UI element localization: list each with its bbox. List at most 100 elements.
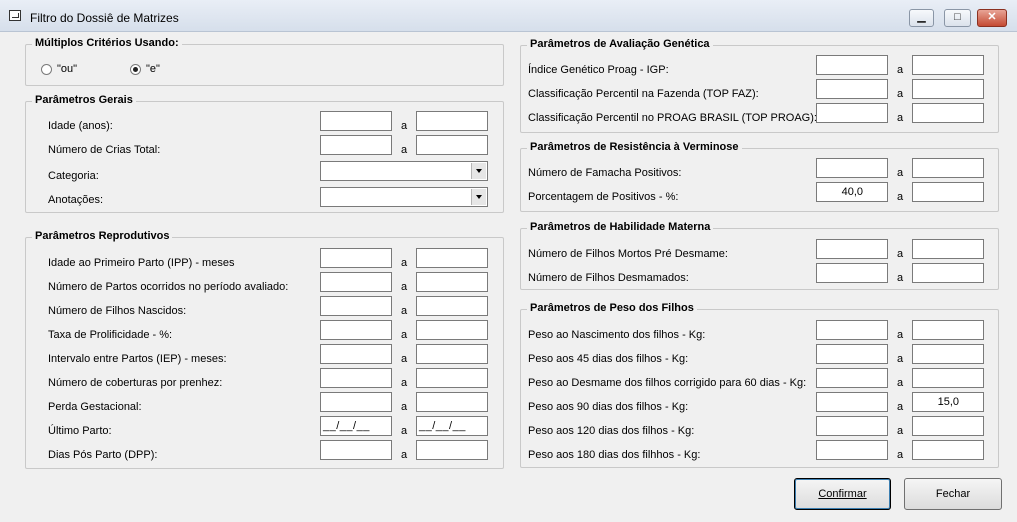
genetica-to-input[interactable] <box>912 103 984 123</box>
habilidade-materna-group: Parâmetros de Habilidade Materna Número … <box>520 221 999 290</box>
categoria-select[interactable] <box>320 161 488 181</box>
reprodutivos-row-label: Número de Partos ocorridos no período av… <box>48 281 289 293</box>
verminose-to-input[interactable] <box>912 158 984 178</box>
peso-range-separator: a <box>897 401 904 413</box>
reprodutivos-from-input[interactable] <box>320 392 392 412</box>
minimize-button[interactable]: ▁ <box>909 9 934 27</box>
chevron-down-icon[interactable] <box>471 163 486 179</box>
reprodutivos-range-separator: a <box>401 305 408 317</box>
peso-from-input[interactable] <box>816 440 888 460</box>
genetica-from-input[interactable] <box>816 55 888 75</box>
reprodutivos-to-input[interactable] <box>416 440 488 460</box>
idade-from-input[interactable] <box>320 111 392 131</box>
reprodutivos-from-input[interactable]: __/__/__ <box>320 416 392 436</box>
peso-to-input[interactable] <box>912 440 984 460</box>
avaliacao-genetica-title: Parâmetros de Avaliação Genética <box>527 38 713 50</box>
peso-filhos-title: Parâmetros de Peso dos Filhos <box>527 302 697 314</box>
peso-row-label: Peso aos 180 dias dos filhhos - Kg: <box>528 449 701 461</box>
reprodutivos-range-separator: a <box>401 257 408 269</box>
multiplos-criterios-title: Múltiplos Critérios Usando: <box>32 37 182 49</box>
idade-separator: a <box>401 120 408 132</box>
idade-to-input[interactable] <box>416 111 488 131</box>
avaliacao-genetica-group: Parâmetros de Avaliação Genética Índice … <box>520 38 999 133</box>
habilidade-materna-title: Parâmetros de Habilidade Materna <box>527 221 714 233</box>
materna-from-input[interactable] <box>816 239 888 259</box>
peso-from-input[interactable] <box>816 368 888 388</box>
verminose-from-input[interactable]: 40,0 <box>816 182 888 202</box>
chevron-down-icon[interactable] <box>471 189 486 205</box>
genetica-row-label: Classificação Percentil na Fazenda (TOP … <box>528 88 759 100</box>
reprodutivos-row-label: Idade ao Primeiro Parto (IPP) - meses <box>48 257 235 269</box>
genetica-from-input[interactable] <box>816 79 888 99</box>
crias-from-input[interactable] <box>320 135 392 155</box>
verminose-to-input[interactable] <box>912 182 984 202</box>
genetica-to-input[interactable] <box>912 79 984 99</box>
title-bar: Filtro do Dossiê de Matrizes ▁ □ ✕ <box>0 0 1017 32</box>
reprodutivos-row-label: Dias Pós Parto (DPP): <box>48 449 158 461</box>
parametros-gerais-group: Parâmetros Gerais Idade (anos): a Número… <box>25 94 504 213</box>
peso-filhos-group: Parâmetros de Peso dos Filhos Peso ao Na… <box>520 302 999 468</box>
confirmar-button[interactable]: Confirmar <box>794 478 891 510</box>
close-button[interactable]: ✕ <box>977 9 1007 27</box>
categoria-label: Categoria: <box>48 170 99 182</box>
reprodutivos-to-input[interactable] <box>416 320 488 340</box>
verminose-range-separator: a <box>897 191 904 203</box>
materna-row-label: Número de Filhos Desmamados: <box>528 272 689 284</box>
reprodutivos-to-input[interactable] <box>416 368 488 388</box>
peso-to-input[interactable] <box>912 344 984 364</box>
peso-row-label: Peso aos 120 dias dos filhos - Kg: <box>528 425 695 437</box>
reprodutivos-to-input[interactable] <box>416 296 488 316</box>
peso-from-input[interactable] <box>816 320 888 340</box>
reprodutivos-row-label: Perda Gestacional: <box>48 401 142 413</box>
genetica-range-separator: a <box>897 88 904 100</box>
genetica-to-input[interactable] <box>912 55 984 75</box>
verminose-range-separator: a <box>897 167 904 179</box>
reprodutivos-to-input[interactable] <box>416 392 488 412</box>
peso-range-separator: a <box>897 377 904 389</box>
maximize-button[interactable]: □ <box>944 9 971 27</box>
resistencia-verminose-group: Parâmetros de Resistência à Verminose Nú… <box>520 141 999 212</box>
peso-row-label: Peso ao Nascimento dos filhos - Kg: <box>528 329 706 341</box>
reprodutivos-range-separator: a <box>401 425 408 437</box>
materna-to-input[interactable] <box>912 239 984 259</box>
materna-from-input[interactable] <box>816 263 888 283</box>
peso-row-label: Peso aos 45 dias dos filhos - Kg: <box>528 353 689 365</box>
peso-range-separator: a <box>897 449 904 461</box>
reprodutivos-from-input[interactable] <box>320 320 392 340</box>
fechar-button[interactable]: Fechar <box>904 478 1002 510</box>
peso-row-label: Peso ao Desmame dos filhos corrigido par… <box>528 377 807 389</box>
reprodutivos-to-input[interactable]: __/__/__ <box>416 416 488 436</box>
materna-to-input[interactable] <box>912 263 984 283</box>
peso-to-input[interactable] <box>912 320 984 340</box>
peso-range-separator: a <box>897 425 904 437</box>
crias-label: Número de Crias Total: <box>48 144 161 156</box>
reprodutivos-from-input[interactable] <box>320 272 392 292</box>
resistencia-verminose-title: Parâmetros de Resistência à Verminose <box>527 141 742 153</box>
crias-separator: a <box>401 144 408 156</box>
reprodutivos-from-input[interactable] <box>320 440 392 460</box>
fechar-label: Fechar <box>935 488 971 500</box>
peso-from-input[interactable] <box>816 344 888 364</box>
reprodutivos-to-input[interactable] <box>416 272 488 292</box>
radio-e[interactable] <box>130 64 141 75</box>
anotacoes-select[interactable] <box>320 187 488 207</box>
peso-to-input[interactable] <box>912 368 984 388</box>
reprodutivos-from-input[interactable] <box>320 344 392 364</box>
reprodutivos-to-input[interactable] <box>416 344 488 364</box>
genetica-from-input[interactable] <box>816 103 888 123</box>
reprodutivos-from-input[interactable] <box>320 296 392 316</box>
reprodutivos-row-label: Número de coberturas por prenhez: <box>48 377 223 389</box>
radio-ou[interactable] <box>41 64 52 75</box>
crias-to-input[interactable] <box>416 135 488 155</box>
reprodutivos-from-input[interactable] <box>320 368 392 388</box>
reprodutivos-to-input[interactable] <box>416 248 488 268</box>
radio-ou-label: "ou" <box>57 63 78 75</box>
verminose-from-input[interactable] <box>816 158 888 178</box>
peso-to-input[interactable] <box>912 416 984 436</box>
reprodutivos-from-input[interactable] <box>320 248 392 268</box>
reprodutivos-range-separator: a <box>401 353 408 365</box>
peso-row-label: Peso aos 90 dias dos filhos - Kg: <box>528 401 689 413</box>
peso-from-input[interactable] <box>816 416 888 436</box>
peso-from-input[interactable] <box>816 392 888 412</box>
peso-to-input[interactable]: 15,0 <box>912 392 984 412</box>
